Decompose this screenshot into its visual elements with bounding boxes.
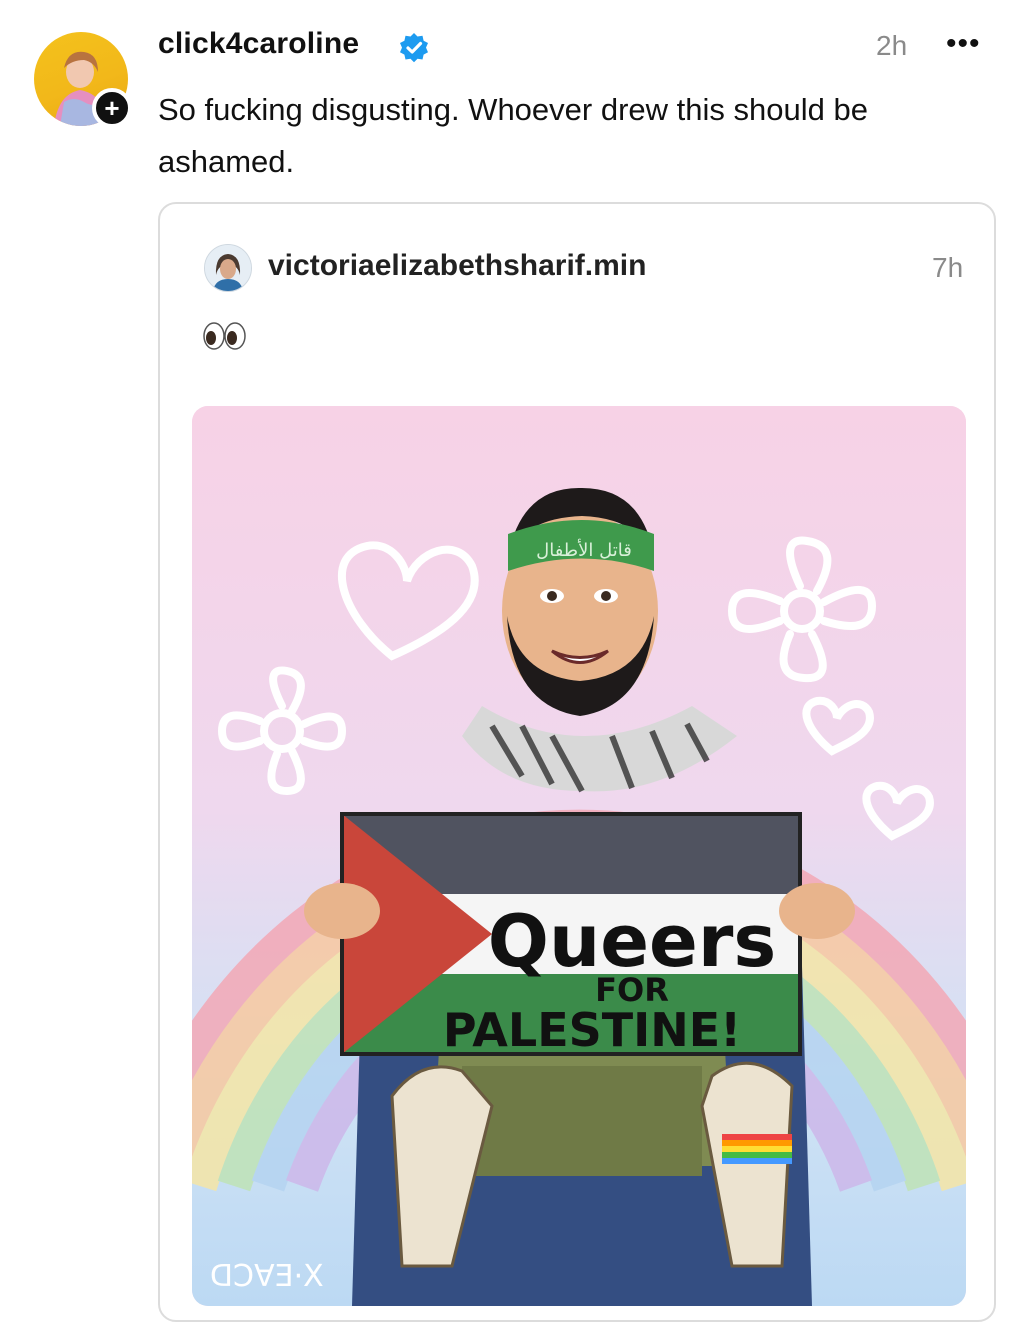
follow-button[interactable]: + [92, 88, 132, 128]
quoted-post-card[interactable]: victoriaelizabethsharif.min 7h قاتل الأط… [158, 202, 996, 1322]
rainbow-wristband [722, 1134, 792, 1164]
post-timestamp: 2h [876, 30, 908, 61]
quoted-post-timestamp: 7h [932, 252, 964, 283]
author-avatar-wrap[interactable]: + [34, 32, 132, 128]
artwork-illustration: قاتل الأطفال Queers FOR PALESTINE! ᗡƆ∀Ǝ·… [192, 406, 966, 1306]
quoted-avatar-illustration [205, 245, 251, 291]
post-text: So fucking disgusting. Whoever drew this… [158, 92, 868, 179]
sign-text-palestine: PALESTINE! [443, 1003, 741, 1057]
eyes-emoji-icon [203, 322, 246, 350]
quoted-author-avatar[interactable] [204, 244, 252, 292]
plus-icon: + [104, 93, 120, 123]
quoted-author-username[interactable]: victoriaelizabethsharif.min [268, 249, 646, 283]
artist-signature: ᗡƆ∀Ǝ·X [210, 1259, 324, 1294]
more-options-button[interactable]: ••• [946, 29, 981, 59]
author-username[interactable]: click4caroline [158, 27, 359, 61]
verified-badge-icon [400, 33, 428, 63]
headband-text: قاتل الأطفال [536, 539, 632, 561]
post-artwork-image[interactable]: قاتل الأطفال Queers FOR PALESTINE! ᗡƆ∀Ǝ·… [192, 406, 966, 1306]
